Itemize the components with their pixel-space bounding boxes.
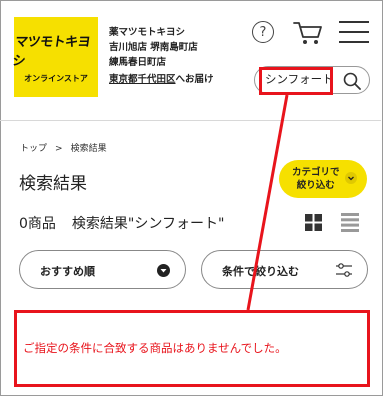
result-summary: 0商品 検索結果"シンフォート" xyxy=(19,213,224,233)
logo-mark: マツモトキヨシ xyxy=(11,34,92,69)
category-button-label: カテゴリで 絞り込む xyxy=(292,166,340,192)
no-result-message: ご指定の条件に合致する商品はありませんでした。 xyxy=(23,341,287,355)
breadcrumb-separator: > xyxy=(55,144,63,154)
filter-label: 条件で絞り込む xyxy=(222,265,299,278)
grid-view-icon[interactable] xyxy=(305,214,322,231)
list-view-icon[interactable] xyxy=(341,213,359,232)
cart-icon[interactable] xyxy=(293,20,323,46)
logo-subtitle: オンラインストア xyxy=(24,73,88,83)
store-line-3: 練馬春日町店 xyxy=(109,57,167,68)
sliders-icon xyxy=(336,263,352,277)
sort-dropdown[interactable]: おすすめ順 xyxy=(19,250,186,289)
page-title: 検索結果 xyxy=(19,174,87,194)
delivery-suffix: へお届け xyxy=(175,74,214,85)
store-line-2: 吉川旭店 堺南島町店 xyxy=(109,42,198,53)
hamburger-menu-icon[interactable] xyxy=(339,21,369,43)
result-count: 0商品 xyxy=(19,216,56,232)
breadcrumb: トップ > 検索結果 xyxy=(20,141,107,154)
search-term-highlight xyxy=(259,67,333,95)
category-filter-button[interactable]: カテゴリで 絞り込む xyxy=(279,160,367,198)
breadcrumb-home[interactable]: トップ xyxy=(20,144,47,154)
delivery-area-link[interactable]: 東京都千代田区 xyxy=(109,74,176,85)
header-divider xyxy=(0,120,381,121)
sort-label: おすすめ順 xyxy=(40,265,95,278)
dropdown-arrow-icon xyxy=(157,264,170,277)
breadcrumb-current: 検索結果 xyxy=(70,144,107,154)
category-button-line-2: 絞り込む xyxy=(296,180,335,191)
delivery-address[interactable]: 東京都千代田区へお届け xyxy=(109,71,214,85)
search-icon[interactable] xyxy=(343,72,361,90)
help-icon[interactable]: ? xyxy=(252,21,274,43)
result-query: 検索結果"シンフォート" xyxy=(71,216,225,232)
site-logo[interactable]: マツモトキヨシ オンラインストア xyxy=(11,17,98,97)
category-button-line-1: カテゴリで xyxy=(292,167,340,178)
store-info: 薬マツモトキヨシ 吉川旭店 堺南島町店 練馬春日町店 xyxy=(109,25,198,70)
chevron-down-icon xyxy=(345,172,357,184)
store-line-1: 薬マツモトキヨシ xyxy=(109,27,186,38)
filter-button[interactable]: 条件で絞り込む xyxy=(201,250,368,289)
